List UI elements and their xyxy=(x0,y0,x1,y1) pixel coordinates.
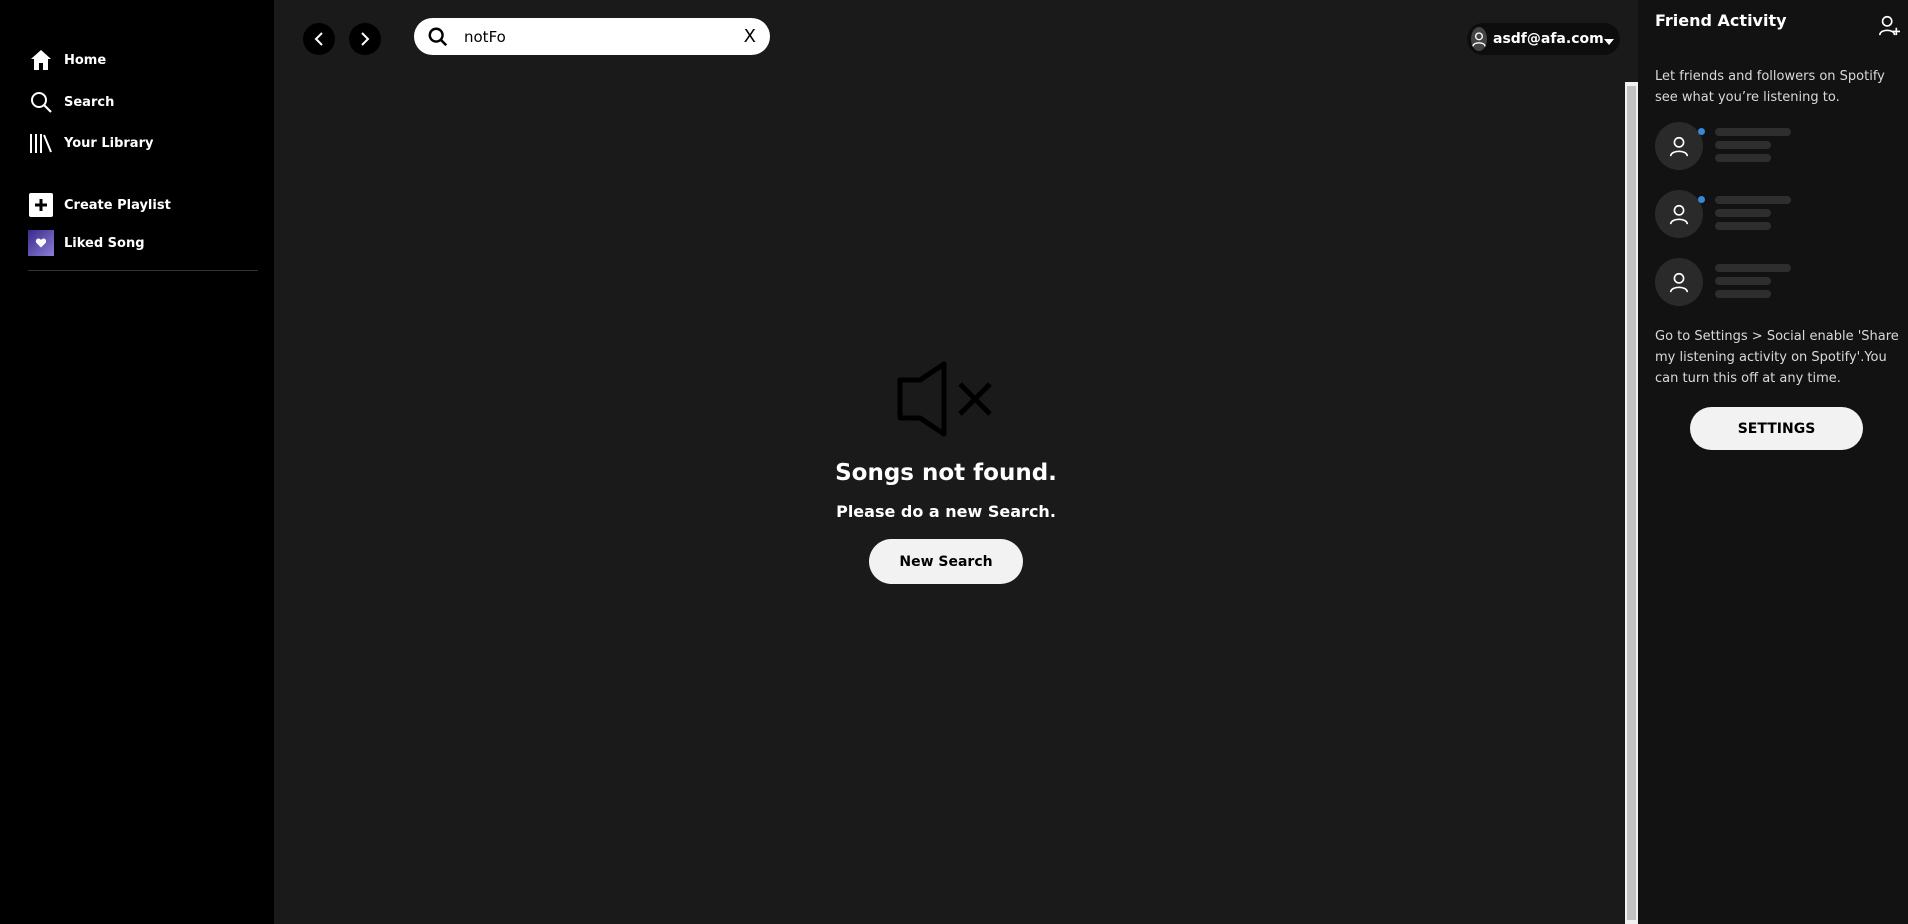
settings-button[interactable]: SETTINGS xyxy=(1690,407,1863,450)
sidebar-item-label: Home xyxy=(64,52,107,68)
empty-state-title: Songs not found. xyxy=(835,460,1057,486)
chevron-right-icon xyxy=(361,32,370,46)
user-menu[interactable]: asdf@afa.com xyxy=(1467,23,1620,55)
sidebar-item-search[interactable]: Search xyxy=(28,88,114,116)
sidebar-item-label: Liked Song xyxy=(64,235,145,251)
user-icon xyxy=(1655,190,1703,238)
search-icon xyxy=(426,25,450,49)
user-email: asdf@afa.com xyxy=(1493,31,1604,47)
speaker-muted-icon xyxy=(896,360,996,442)
heart-icon xyxy=(28,230,54,256)
clear-search-button[interactable]: X xyxy=(744,26,756,47)
user-icon xyxy=(1655,258,1703,306)
panel-title: Friend Activity xyxy=(1655,11,1787,30)
friend-placeholder xyxy=(1655,122,1895,170)
search-bar: X xyxy=(414,18,770,55)
placeholder-bar xyxy=(1715,141,1771,149)
placeholder-bar xyxy=(1715,277,1771,285)
online-indicator xyxy=(1698,128,1705,135)
placeholder-bar xyxy=(1715,290,1771,298)
user-icon xyxy=(1655,122,1703,170)
add-friend-icon[interactable] xyxy=(1878,14,1900,36)
plus-icon xyxy=(28,192,54,218)
friend-placeholder xyxy=(1655,258,1895,306)
library-icon xyxy=(28,130,54,156)
main-content: X asdf@afa.com Songs not found. Please d… xyxy=(274,0,1638,924)
settings-info-text: Go to Settings > Social enable 'Share my… xyxy=(1655,329,1899,386)
sidebar-item-home[interactable]: Home xyxy=(28,46,106,74)
empty-state: Songs not found. Please do a new Search.… xyxy=(274,360,1618,584)
placeholder-bar xyxy=(1715,209,1771,217)
create-playlist-button[interactable]: Create Playlist xyxy=(28,191,171,219)
friend-activity-panel: Friend Activity Let friends and follower… xyxy=(1638,0,1908,924)
sidebar-item-label: Create Playlist xyxy=(64,197,171,213)
sidebar: Home Search Your Library Create Playlist… xyxy=(0,0,274,924)
online-indicator xyxy=(1698,196,1705,203)
forward-button[interactable] xyxy=(349,23,381,55)
placeholder-bar xyxy=(1715,128,1791,136)
sidebar-divider xyxy=(28,270,258,271)
sidebar-item-label: Your Library xyxy=(64,135,154,151)
back-button[interactable] xyxy=(303,23,335,55)
search-input[interactable] xyxy=(464,27,744,46)
sidebar-item-label: Search xyxy=(64,94,115,110)
chevron-left-icon xyxy=(314,32,323,46)
sidebar-item-library[interactable]: Your Library xyxy=(28,129,153,157)
search-icon xyxy=(28,89,54,115)
placeholder-bar xyxy=(1715,154,1771,162)
friend-placeholder xyxy=(1655,190,1895,238)
new-search-button[interactable]: New Search xyxy=(869,539,1023,584)
panel-description: Let friends and followers on Spotify see… xyxy=(1655,69,1885,105)
placeholder-bar xyxy=(1715,196,1791,204)
caret-down-icon xyxy=(1603,30,1614,49)
placeholder-bar xyxy=(1715,222,1771,230)
empty-state-subtitle: Please do a new Search. xyxy=(836,502,1056,521)
placeholder-bar xyxy=(1715,264,1791,272)
scrollbar-thumb[interactable] xyxy=(1627,86,1636,920)
liked-songs-button[interactable]: Liked Song xyxy=(28,229,145,257)
user-icon xyxy=(1471,27,1487,51)
home-icon xyxy=(28,47,54,73)
